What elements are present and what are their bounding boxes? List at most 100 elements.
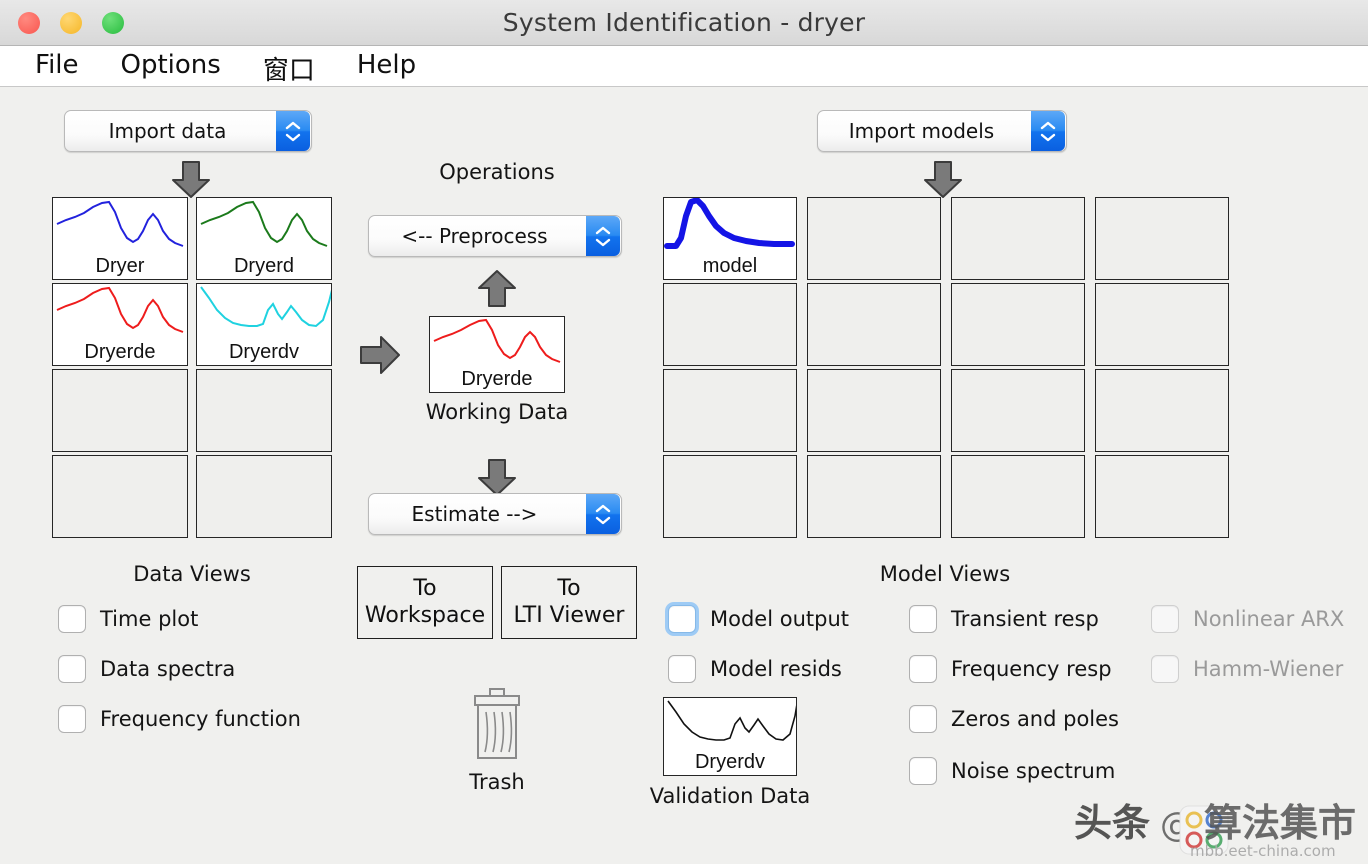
import-data-spinner[interactable] bbox=[276, 111, 310, 151]
checkbox-label: Hamm-Wiener bbox=[1193, 657, 1344, 681]
estimate-popup[interactable]: Estimate --> bbox=[368, 493, 622, 535]
model-cell-empty[interactable] bbox=[663, 283, 797, 366]
title-bar: System Identification - dryer bbox=[0, 0, 1368, 46]
trash-label: Trash bbox=[469, 770, 525, 794]
model-cell-empty[interactable] bbox=[1095, 283, 1229, 366]
data-cell-dryerd[interactable]: Dryerd bbox=[196, 197, 332, 280]
checkbox-box[interactable] bbox=[909, 705, 937, 733]
menu-help[interactable]: Help bbox=[336, 46, 437, 93]
to-lti-viewer-line1: To bbox=[557, 575, 581, 601]
data-views-heading: Data Views bbox=[133, 562, 251, 586]
model-cell-empty[interactable] bbox=[951, 283, 1085, 366]
model-cell-empty[interactable] bbox=[807, 369, 941, 452]
checkbox-box[interactable] bbox=[909, 757, 937, 785]
menu-bar: File Options 窗口 Help bbox=[0, 46, 1368, 87]
model-cell-empty[interactable] bbox=[951, 369, 1085, 452]
checkbox-box[interactable] bbox=[909, 655, 937, 683]
menu-window[interactable]: 窗口 bbox=[242, 46, 336, 93]
checkbox-label: Transient resp bbox=[951, 607, 1099, 631]
import-data-popup[interactable]: Import data bbox=[64, 110, 312, 152]
working-data-arrow-right-icon bbox=[358, 333, 402, 381]
checkbox-nonlinear-arx: Nonlinear ARX bbox=[1151, 605, 1344, 633]
data-cell-dryer[interactable]: Dryer bbox=[52, 197, 188, 280]
estimate-label: Estimate --> bbox=[411, 502, 538, 526]
checkbox-box[interactable] bbox=[668, 655, 696, 683]
checkbox-box[interactable] bbox=[58, 655, 86, 683]
window-title: System Identification - dryer bbox=[502, 8, 866, 37]
data-cell-empty[interactable] bbox=[196, 369, 332, 452]
working-data-caption: Working Data bbox=[425, 400, 569, 424]
checkbox-frequency-resp[interactable]: Frequency resp bbox=[909, 655, 1112, 683]
validation-data-thumbnail[interactable]: Dryerdv bbox=[663, 697, 797, 776]
checkbox-label: Time plot bbox=[100, 607, 199, 631]
menu-file[interactable]: File bbox=[14, 46, 100, 93]
data-cell-empty[interactable] bbox=[52, 455, 188, 538]
model-cell-empty[interactable] bbox=[1095, 369, 1229, 452]
to-workspace-button[interactable]: To Workspace bbox=[357, 566, 493, 639]
checkbox-box[interactable] bbox=[909, 605, 937, 633]
preprocess-arrow-up-icon bbox=[476, 268, 518, 312]
data-cell-label: Dryerde bbox=[84, 341, 156, 363]
watermark-url: mbb.eet-china.com bbox=[1190, 842, 1336, 860]
checkbox-frequency-function[interactable]: Frequency function bbox=[58, 705, 301, 733]
estimate-spinner[interactable] bbox=[586, 494, 620, 534]
checkbox-box[interactable] bbox=[58, 605, 86, 633]
data-cell-label: Dryer bbox=[95, 255, 145, 277]
to-lti-viewer-line2: LTI Viewer bbox=[513, 602, 625, 628]
checkbox-label: Frequency resp bbox=[951, 657, 1112, 681]
watermark: 头条 @ 算法集市 mbb.eet-china.com bbox=[1072, 788, 1362, 862]
working-data-thumbnail[interactable]: Dryerde bbox=[429, 316, 565, 393]
data-cell-empty[interactable] bbox=[52, 369, 188, 452]
checkbox-model-resids[interactable]: Model resids bbox=[668, 655, 842, 683]
model-views-heading: Model Views bbox=[879, 562, 1011, 586]
model-cell-empty[interactable] bbox=[663, 369, 797, 452]
watermark-at: @ bbox=[1160, 805, 1194, 845]
checkbox-label: Data spectra bbox=[100, 657, 236, 681]
to-lti-viewer-button[interactable]: To LTI Viewer bbox=[501, 566, 637, 639]
model-cell-empty[interactable] bbox=[1095, 455, 1229, 538]
watermark-text-right: 算法集市 bbox=[1204, 801, 1356, 845]
checkbox-label: Frequency function bbox=[100, 707, 301, 731]
to-workspace-line1: To bbox=[413, 575, 437, 601]
checkbox-label: Zeros and poles bbox=[951, 707, 1119, 731]
data-cell-dryerdv[interactable]: Dryerdv bbox=[196, 283, 332, 366]
checkbox-box bbox=[1151, 655, 1179, 683]
checkbox-box bbox=[1151, 605, 1179, 633]
model-cell-empty[interactable] bbox=[1095, 197, 1229, 280]
checkbox-box[interactable] bbox=[668, 605, 696, 633]
preprocess-label: <-- Preprocess bbox=[401, 224, 548, 248]
import-models-popup[interactable]: Import models bbox=[817, 110, 1067, 152]
data-cell-label: Dryerd bbox=[233, 255, 294, 277]
checkbox-zeros-and-poles[interactable]: Zeros and poles bbox=[909, 705, 1119, 733]
import-models-label: Import models bbox=[848, 119, 995, 143]
model-cell-empty[interactable] bbox=[807, 197, 941, 280]
model-cell-empty[interactable] bbox=[951, 455, 1085, 538]
data-cell-label: Dryerdv bbox=[228, 341, 299, 363]
data-cell-empty[interactable] bbox=[196, 455, 332, 538]
import-models-spinner[interactable] bbox=[1031, 111, 1065, 151]
checkbox-noise-spectrum[interactable]: Noise spectrum bbox=[909, 757, 1115, 785]
watermark-text-left: 头条 bbox=[1074, 801, 1150, 845]
checkbox-transient-resp[interactable]: Transient resp bbox=[909, 605, 1099, 633]
checkbox-label: Noise spectrum bbox=[951, 759, 1116, 783]
menu-options[interactable]: Options bbox=[100, 46, 242, 93]
model-cell-empty[interactable] bbox=[663, 455, 797, 538]
checkbox-time-plot[interactable]: Time plot bbox=[58, 605, 198, 633]
preprocess-popup[interactable]: <-- Preprocess bbox=[368, 215, 622, 257]
preprocess-spinner[interactable] bbox=[586, 216, 620, 256]
to-workspace-line2: Workspace bbox=[364, 602, 486, 628]
data-cell-dryerde[interactable]: Dryerde bbox=[52, 283, 188, 366]
checkbox-data-spectra[interactable]: Data spectra bbox=[58, 655, 235, 683]
checkbox-hamm-wiener: Hamm-Wiener bbox=[1151, 655, 1343, 683]
trash-icon[interactable] bbox=[466, 688, 528, 768]
working-data-label: Dryerde bbox=[461, 368, 533, 390]
checkbox-model-output[interactable]: Model output bbox=[668, 605, 849, 633]
model-cell-empty[interactable] bbox=[807, 455, 941, 538]
system-identification-window: System Identification - dryer File Optio… bbox=[0, 0, 1368, 864]
checkbox-box[interactable] bbox=[58, 705, 86, 733]
model-cell-empty[interactable] bbox=[807, 283, 941, 366]
validation-data-caption: Validation Data bbox=[649, 784, 811, 808]
checkbox-label: Model resids bbox=[710, 657, 842, 681]
model-cell-model[interactable]: model bbox=[663, 197, 797, 280]
model-cell-empty[interactable] bbox=[951, 197, 1085, 280]
